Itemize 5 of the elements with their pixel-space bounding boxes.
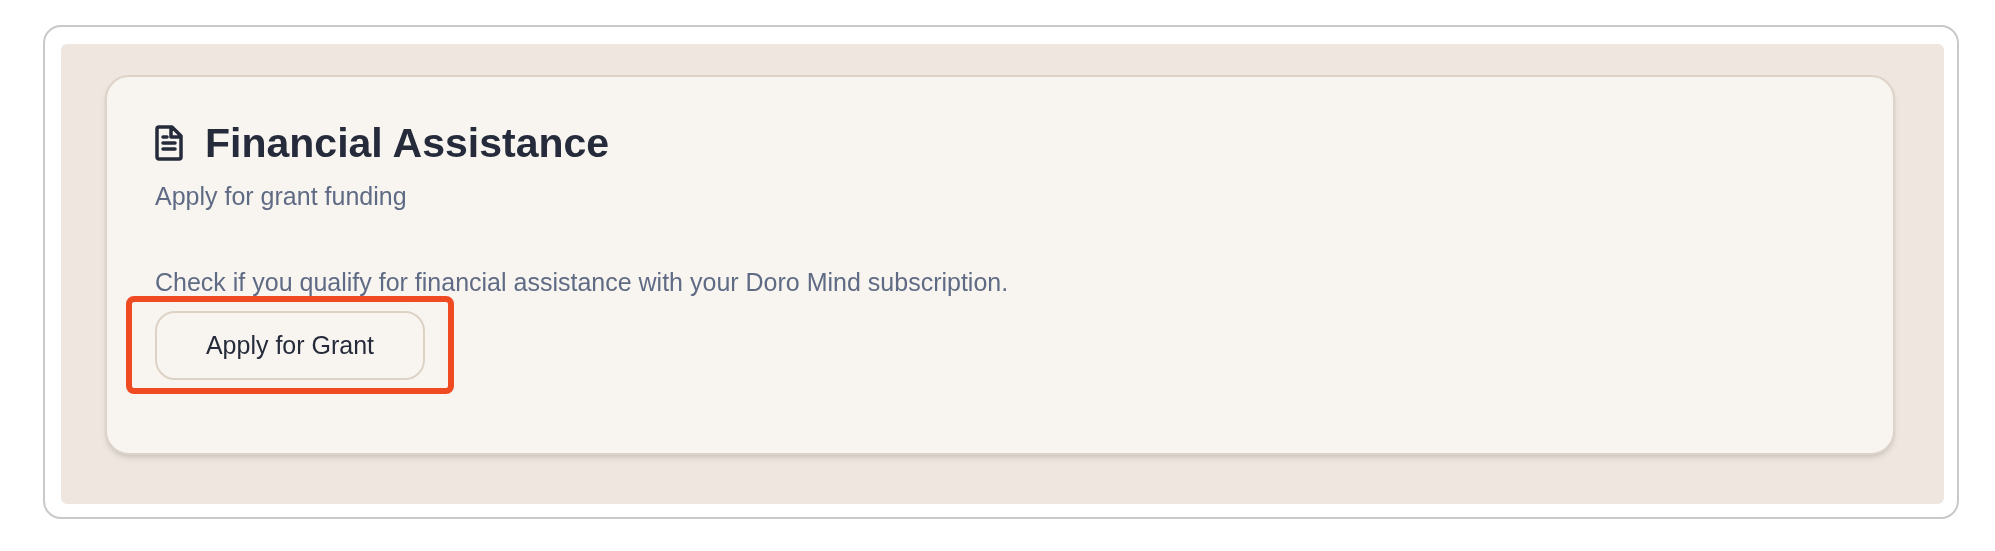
card-description: Check if you qualify for financial assistance with your Doro Mind subscription. bbox=[155, 267, 1010, 298]
card-subtitle: Apply for grant funding bbox=[155, 181, 408, 212]
document-icon bbox=[155, 125, 183, 161]
card-title: Financial Assistance bbox=[205, 119, 610, 168]
apply-button[interactable]: Apply for Grant bbox=[155, 311, 425, 380]
